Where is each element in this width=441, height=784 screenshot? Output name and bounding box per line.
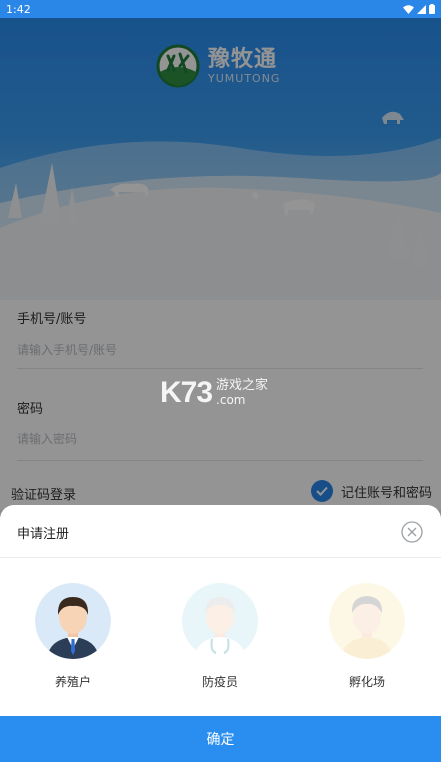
vet-avatar-icon	[182, 583, 258, 659]
wifi-icon	[403, 4, 414, 14]
site-watermark: K73 游戏之家 .com	[160, 376, 268, 410]
role-option-farmer[interactable]: 养殖户	[23, 583, 123, 690]
register-sheet: 申请注册 养殖户 防疫员 孵化场 确定	[0, 505, 441, 784]
sheet-title: 申请注册	[17, 527, 70, 542]
status-bar: 1:42	[0, 0, 441, 18]
hatchery-avatar-icon	[329, 583, 405, 659]
farmer-avatar-icon	[35, 583, 111, 659]
watermark-line1: 游戏之家	[216, 378, 269, 393]
role-label-hatchery: 孵化场	[348, 675, 385, 689]
watermark-brand: K73	[160, 376, 213, 409]
role-label-farmer: 养殖户	[54, 675, 91, 689]
status-time: 1:42	[6, 2, 31, 16]
watermark-line2: .com	[216, 393, 246, 407]
sheet-bottom-padding	[0, 762, 441, 784]
battery-icon	[429, 4, 435, 14]
role-option-vet[interactable]: 防疫员	[170, 583, 270, 690]
role-option-hatchery[interactable]: 孵化场	[317, 583, 417, 690]
sheet-divider	[0, 557, 441, 558]
confirm-button[interactable]: 确定	[0, 716, 441, 762]
role-label-vet: 防疫员	[201, 675, 238, 689]
app-screen: 1:42 豫牧通 YUMUTONG 手机号/账号 请输入手机号/账号 密码 验证…	[0, 0, 441, 784]
close-icon[interactable]	[401, 521, 423, 543]
system-icons	[403, 4, 435, 14]
signal-icon	[417, 4, 426, 14]
